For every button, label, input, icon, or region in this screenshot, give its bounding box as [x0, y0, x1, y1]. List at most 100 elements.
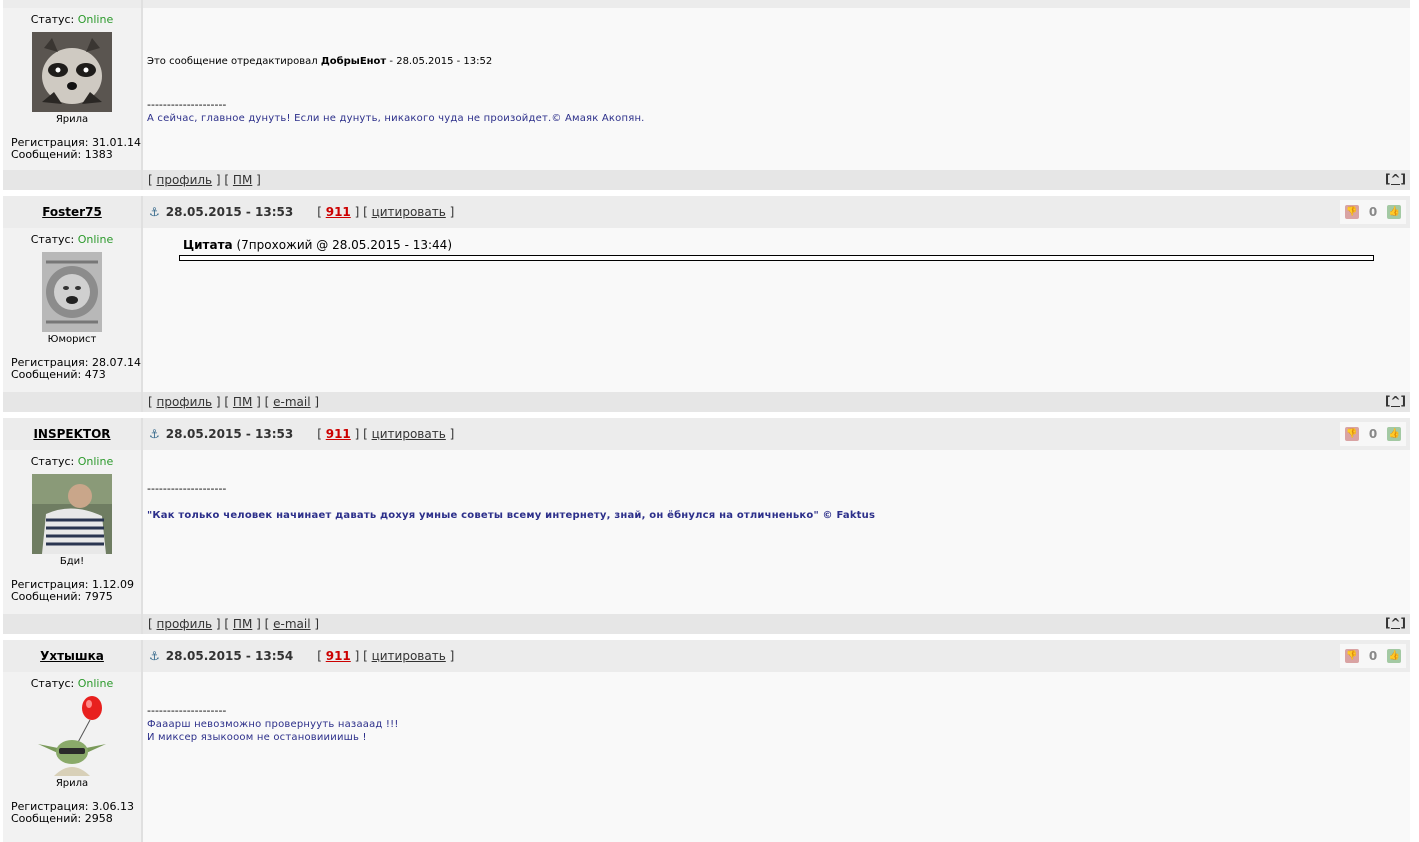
profile-link[interactable]: профиль: [157, 617, 213, 631]
message-count: Сообщений: 1383: [11, 148, 113, 161]
email-link[interactable]: e-mail: [273, 617, 310, 631]
stone-face-avatar-icon: [42, 252, 102, 332]
post-header: Foster75 ⚓ 28.05.2015 - 13:53 [ 911 ] [ …: [3, 196, 1410, 228]
message-count: Сообщений: 473: [11, 368, 106, 381]
report-link[interactable]: 911: [326, 205, 351, 219]
signature: "Как только человек начинает давать доху…: [147, 510, 876, 521]
quote-header: Цитата (7прохожий @ 28.05.2015 - 13:44): [183, 238, 453, 252]
pm-link[interactable]: ПМ: [233, 395, 252, 409]
post-header: INSPEKTOR ⚓ 28.05.2015 - 13:53 [ 911 ] […: [3, 418, 1410, 450]
thumbs-down-icon[interactable]: 👎: [1344, 205, 1359, 219]
user-status: Статус: Online: [30, 233, 114, 246]
user-cell: Ухтышка: [3, 640, 143, 672]
user-status: Статус: Online: [30, 677, 114, 690]
signature-separator: --------------------: [147, 98, 227, 111]
cite-link[interactable]: цитировать: [372, 205, 446, 219]
footer-links: [ профиль ] [ ПМ ] [ e-mail ] [^]: [143, 392, 1410, 412]
signature-line-1: Фааарш невозможно провернууть назааад !!…: [147, 719, 399, 730]
avatar[interactable]: [32, 696, 112, 776]
post-actions: [ 911 ] [ цитировать ]: [317, 427, 455, 441]
email-link[interactable]: e-mail: [273, 395, 310, 409]
avatar[interactable]: [32, 32, 112, 112]
post-body: Статус: Online Ярила Регистрация: 31.01.…: [3, 8, 1410, 170]
username-link[interactable]: Ухтышка: [40, 649, 104, 663]
user-status: Статус: Online: [30, 13, 114, 26]
post-header: Ухтышка ⚓ 28.05.2015 - 13:54 [ 911 ] [ ц…: [3, 640, 1410, 672]
rating-value: 0: [1368, 427, 1378, 441]
quote-box: [179, 255, 1374, 261]
post-meta: ⚓ 28.05.2015 - 13:53 [ 911 ] [ цитироват…: [143, 418, 1410, 450]
cite-link[interactable]: цитировать: [372, 427, 446, 441]
post-footer: [ профиль ] [ ПМ ] [^]: [3, 170, 1410, 190]
rating-value: 0: [1368, 649, 1378, 663]
person-avatar-icon: [32, 474, 112, 554]
scroll-top-button[interactable]: [^]: [1385, 616, 1406, 630]
user-stats: Регистрация: 3.06.13 Сообщений: 2958: [3, 801, 141, 825]
post-date: 28.05.2015 - 13:53: [165, 427, 294, 441]
post-meta: ⚓ 28.05.2015 - 13:54 [ 911 ] [ цитироват…: [143, 640, 1410, 672]
user-rank: Ярила: [55, 778, 89, 789]
thumbs-up-icon[interactable]: 👍: [1387, 205, 1402, 219]
message-count: Сообщений: 7975: [11, 590, 113, 603]
report-link[interactable]: 911: [326, 427, 351, 441]
rating-widget: 👎 0 👍: [1340, 644, 1406, 668]
post-actions: [ 911 ] [ цитировать ]: [317, 649, 455, 663]
username-link[interactable]: Foster75: [42, 205, 102, 219]
user-rank: Юморист: [47, 334, 97, 345]
rating-widget: 👎 0 👍: [1340, 422, 1406, 446]
edit-user: ДобрыЕнот: [320, 56, 387, 67]
footer-links: [ профиль ] [ ПМ ] [^]: [143, 170, 1410, 190]
user-stats: Регистрация: 28.07.14 Сообщений: 473: [3, 357, 141, 381]
user-info: Статус: Online Ярила Регистрация: 3.06.1…: [3, 672, 143, 842]
user-stats: Регистрация: 31.01.14 Сообщений: 1383: [3, 137, 141, 161]
prev-user-cell: [3, 0, 143, 8]
report-link[interactable]: 911: [326, 649, 351, 663]
thumbs-down-icon[interactable]: 👎: [1344, 649, 1359, 663]
prev-post-header-remnant: [3, 0, 1410, 8]
pm-link[interactable]: ПМ: [233, 173, 252, 187]
pm-link[interactable]: ПМ: [233, 617, 252, 631]
post-content: Цитата (7прохожий @ 28.05.2015 - 13:44): [143, 228, 1410, 392]
footer-links: [ профиль ] [ ПМ ] [ e-mail ] [^]: [143, 614, 1410, 634]
anchor-icon[interactable]: ⚓: [149, 427, 160, 441]
edit-note: Это сообщение отредактировал ДобрыЕнот -…: [147, 56, 493, 67]
post-body: Статус: Online Ярила Регистрация: 3.06.1…: [3, 672, 1410, 842]
footer-left: [3, 614, 143, 634]
user-cell: Foster75: [3, 196, 143, 228]
post-body: Статус: Online Юморист Регистрация: 28.0…: [3, 228, 1410, 392]
signature-line-2: И миксер языкооом не остановиииишь !: [147, 732, 367, 743]
thumbs-down-icon[interactable]: 👎: [1344, 427, 1359, 441]
user-rank: Ярила: [55, 114, 89, 125]
profile-link[interactable]: профиль: [157, 395, 213, 409]
cite-link[interactable]: цитировать: [372, 649, 446, 663]
yoda-balloon-avatar-icon: [38, 696, 106, 776]
post-date: 28.05.2015 - 13:53: [165, 205, 294, 219]
quote-block: Цитата (7прохожий @ 28.05.2015 - 13:44): [179, 238, 1374, 261]
footer-left: [3, 392, 143, 412]
scroll-top-button[interactable]: [^]: [1385, 172, 1406, 186]
footer-left: [3, 170, 143, 190]
user-info: Статус: Online Ярила Регистрация: 31.01.…: [3, 8, 143, 170]
user-cell: INSPEKTOR: [3, 418, 143, 450]
post-date: 28.05.2015 - 13:54: [165, 649, 294, 663]
post-content: -------------------- "Как только человек…: [143, 450, 1410, 614]
thumbs-up-icon[interactable]: 👍: [1387, 649, 1402, 663]
anchor-icon[interactable]: ⚓: [149, 205, 160, 219]
forum-thread: Статус: Online Ярила Регистрация: 31.01.…: [3, 0, 1410, 842]
user-status: Статус: Online: [30, 455, 114, 468]
post-footer: [ профиль ] [ ПМ ] [ e-mail ] [^]: [3, 392, 1410, 412]
thumbs-up-icon[interactable]: 👍: [1387, 427, 1402, 441]
scroll-top-button[interactable]: [^]: [1385, 394, 1406, 408]
user-info: Статус: Online Бди! Регистрация: 1.12.09…: [3, 450, 143, 614]
post-footer: [ профиль ] [ ПМ ] [ e-mail ] [^]: [3, 614, 1410, 634]
username-link[interactable]: INSPEKTOR: [33, 427, 110, 441]
rating-widget: 👎 0 👍: [1340, 200, 1406, 224]
profile-link[interactable]: профиль: [157, 173, 213, 187]
anchor-icon[interactable]: ⚓: [149, 649, 160, 663]
post-content: -------------------- Фааарш невозможно п…: [143, 672, 1410, 842]
user-info: Статус: Online Юморист Регистрация: 28.0…: [3, 228, 143, 392]
user-stats: Регистрация: 1.12.09 Сообщений: 7975: [3, 579, 141, 603]
avatar[interactable]: [32, 474, 112, 554]
post-content: Это сообщение отредактировал ДобрыЕнот -…: [143, 8, 1410, 170]
avatar[interactable]: [32, 252, 112, 332]
